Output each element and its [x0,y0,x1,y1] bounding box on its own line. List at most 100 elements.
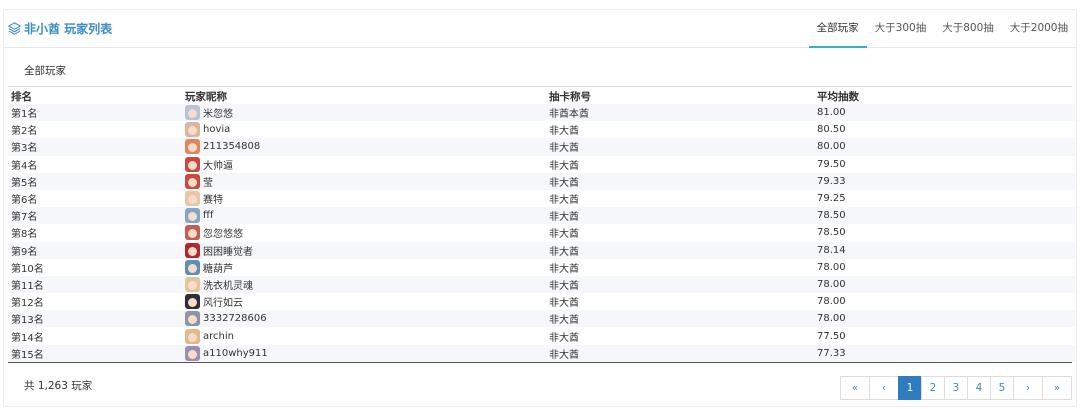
rank-cell: 第11名 [8,275,182,294]
average-cell: 78.00 [817,261,846,273]
avatar[interactable] [185,225,200,241]
column-header-rank[interactable]: 排名 [8,89,182,104]
player-cell: 困困睡觉者 [182,241,546,259]
table-row[interactable]: 第8名 忽忽悠悠 非大酋 78.50 [8,224,1076,241]
avatar[interactable] [185,276,200,292]
rank-cell: 第12名 [11,298,44,310]
title-cell: 非大酋 [546,275,814,294]
next-page-button[interactable]: › [1013,376,1043,400]
rank-cell: 第6名 [11,195,38,207]
rank-cell: 第10名 [11,263,44,275]
last-page-button[interactable]: » [1042,376,1072,400]
table-row[interactable]: 第4名 大帅逼 非大酋 79.50 [8,156,1076,173]
avatar[interactable] [185,294,200,310]
column-header-name[interactable]: 玩家昵称 [182,89,546,104]
table-header-row: 排名 玩家昵称 抽卡称号 平均抽数 [8,89,1076,104]
player-name[interactable]: archin [203,331,234,342]
average-cell: 79.33 [814,172,1076,190]
player-name[interactable]: 困困睡觉者 [203,243,253,258]
player-cell: 莹 [182,172,546,190]
panel-title-text: 非小酋 玩家列表 [24,22,113,36]
tab-3[interactable]: 大于2000抽 [1002,10,1076,48]
player-name[interactable]: fff [203,210,213,221]
player-name[interactable]: 风行如云 [203,294,243,309]
avatar[interactable] [185,156,200,172]
player-name[interactable]: 米忽悠 [203,105,233,120]
player-cell: 3332728606 [182,310,546,328]
table-row[interactable]: 第10名 糖葫芦 非大酋 78.00 [8,259,1076,276]
player-list-panel: 非小酋 玩家列表 全部玩家 大于300抽 大于800抽 大于2000抽 全部玩家 排名… [3,9,1077,407]
prev-page-button[interactable]: ‹ [869,376,899,400]
table-row[interactable]: 第3名 211354808 非大酋 80.00 [8,138,1076,156]
avatar[interactable] [185,139,200,155]
table-row[interactable]: 第13名 3332728606 非大酋 78.00 [8,310,1076,328]
player-name[interactable]: 3332728606 [203,313,267,324]
player-cell: 糖葫芦 [182,259,546,276]
player-name[interactable]: 赛特 [203,191,223,206]
table-row[interactable]: 第6名 赛特 非大酋 79.25 [8,190,1076,207]
player-name[interactable]: 糖葫芦 [203,260,233,275]
table-row[interactable]: 第1名 米忽悠 非酋本酋 81.00 [8,104,1076,122]
avatar[interactable] [185,173,200,189]
player-name[interactable]: 洗衣机灵魂 [203,277,253,292]
table-row[interactable]: 第5名 莹 非大酋 79.33 [8,172,1076,190]
table-row[interactable]: 第7名 fff 非大酋 78.50 [8,207,1076,225]
avatar[interactable] [185,259,200,275]
column-header-title[interactable]: 抽卡称号 [546,89,814,104]
player-name[interactable]: a110why911 [203,348,268,359]
avatar[interactable] [185,311,200,327]
rank-cell: 第4名 [11,160,38,172]
table-row[interactable]: 第14名 archin 非大酋 77.50 [8,327,1076,344]
tab-0[interactable]: 全部玩家 [808,10,867,48]
rank-cell: 第7名 [8,207,182,225]
player-name[interactable]: 211354808 [203,141,260,152]
title-cell: 非大酋 [549,160,579,172]
table-row[interactable]: 第11名 洗衣机灵魂 非大酋 78.00 [8,275,1076,294]
avatar[interactable] [185,208,200,224]
table-bottom-border [8,362,1072,363]
page-5-button[interactable]: 5 [990,376,1014,400]
page-3-button[interactable]: 3 [944,376,968,400]
average-cell: 79.50 [817,158,846,170]
panel-header: 非小酋 玩家列表 全部玩家 大于300抽 大于800抽 大于2000抽 [4,10,1076,48]
player-name[interactable]: hovia [203,124,230,135]
player-table: 排名 玩家昵称 抽卡称号 平均抽数 第1名 米忽悠 非酋本酋 81.00 第2名 hovi… [8,89,1076,362]
avatar[interactable] [185,242,200,258]
tab-2[interactable]: 大于800抽 [934,10,1002,48]
average-cell: 78.00 [814,310,1076,328]
rank-cell: 第1名 [8,104,182,122]
title-cell: 非大酋 [546,310,814,328]
average-cell: 79.25 [817,193,846,205]
player-cell: 大帅逼 [182,156,546,173]
player-cell: 米忽悠 [182,104,546,122]
first-page-button[interactable]: « [840,376,870,400]
avatar[interactable] [185,328,200,344]
player-name[interactable]: 莹 [203,174,213,189]
player-cell: hovia [182,121,546,138]
table-row[interactable]: 第9名 困困睡觉者 非大酋 78.14 [8,241,1076,259]
title-cell: 非大酋 [546,138,814,156]
column-header-average[interactable]: 平均抽数 [814,89,1076,104]
avatar[interactable] [185,191,200,207]
average-cell: 78.00 [814,275,1076,294]
rank-cell: 第5名 [8,172,182,190]
title-cell: 非大酋 [546,172,814,190]
player-name[interactable]: 忽忽悠悠 [203,225,243,240]
filter-tabs: 全部玩家 大于300抽 大于800抽 大于2000抽 [808,10,1076,48]
tab-1[interactable]: 大于300抽 [867,10,935,48]
table-row[interactable]: 第15名 a110why911 非大酋 77.33 [8,344,1076,362]
page-4-button[interactable]: 4 [967,376,991,400]
player-cell: a110why911 [182,344,546,362]
table-row[interactable]: 第2名 hovia 非大酋 80.50 [8,121,1076,138]
avatar[interactable] [185,345,200,361]
rank-cell: 第13名 [8,310,182,328]
avatar[interactable] [185,122,200,138]
page-1-button[interactable]: 1 [898,376,922,400]
title-cell: 非大酋 [549,195,579,207]
title-cell: 非大酋 [549,126,579,138]
sub-heading: 全部玩家 [24,65,66,77]
table-row[interactable]: 第12名 风行如云 非大酋 78.00 [8,293,1076,310]
page-2-button[interactable]: 2 [921,376,945,400]
player-name[interactable]: 大帅逼 [203,157,233,172]
avatar[interactable] [185,105,200,121]
